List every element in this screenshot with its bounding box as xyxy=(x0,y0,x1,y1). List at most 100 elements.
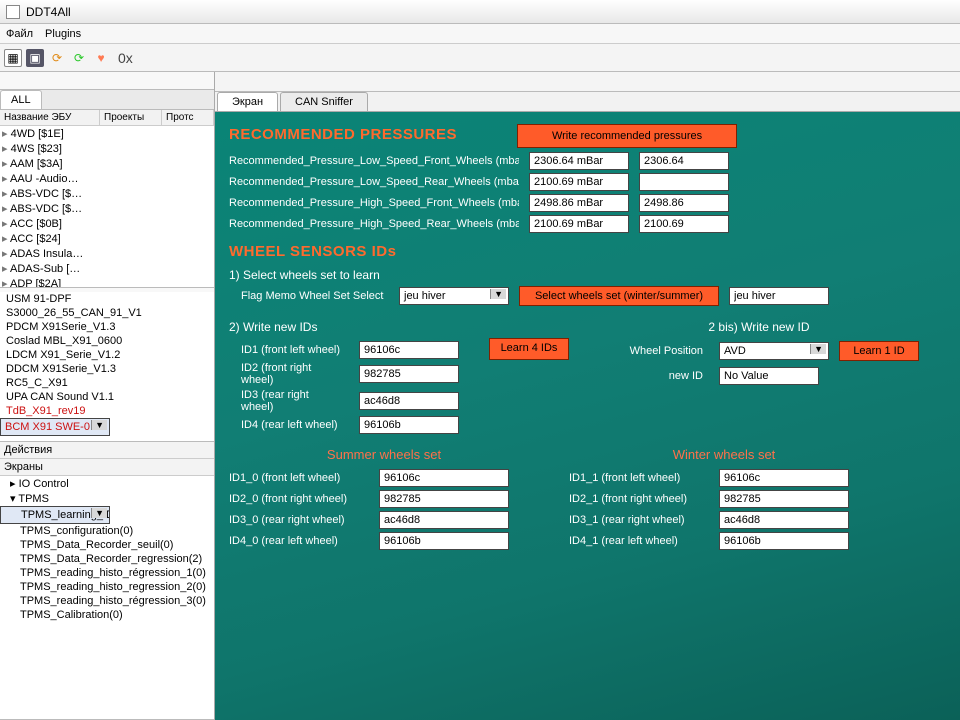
actions-section[interactable]: Действия xyxy=(0,442,214,459)
file-item[interactable]: PDCM X91Serie_V1.3 xyxy=(0,320,214,334)
tool-bar: ▦ ▣ ⟳ ⟳ ♥ 0x xyxy=(0,44,960,72)
screen-tree-item[interactable]: ▸ IO Control xyxy=(0,476,214,491)
left-panel: ALL Название ЭБУ Проекты Протс 4WD [$1E]… xyxy=(0,72,215,720)
step2-label: 2) Write new IDs xyxy=(229,320,459,334)
set-id-label: ID4_1 (rear left wheel) xyxy=(569,535,709,547)
ecu-tree-item[interactable]: ADP [$2A] xyxy=(0,276,214,288)
set-id-value[interactable] xyxy=(379,469,509,487)
pressure-write-value[interactable] xyxy=(639,152,729,170)
reload-green-icon[interactable]: ⟳ xyxy=(70,49,88,67)
pressure-write-value[interactable] xyxy=(639,215,729,233)
screens-section[interactable]: Экраны xyxy=(0,459,214,476)
learn-1-id-button[interactable]: Learn 1 ID xyxy=(839,341,919,361)
winter-set-heading: Winter wheels set xyxy=(569,447,879,462)
qrcode-icon[interactable]: ▦ xyxy=(4,49,22,67)
select-wheels-set-button[interactable]: Select wheels set (winter/summer) xyxy=(519,286,719,306)
ecu-tree-item[interactable]: ACC [$0B] xyxy=(0,216,214,231)
pressure-label: Recommended_Pressure_Low_Speed_Front_Whe… xyxy=(229,155,519,167)
pressure-label: Recommended_Pressure_Low_Speed_Rear_Whee… xyxy=(229,176,519,188)
id-input[interactable] xyxy=(359,341,459,359)
hex-label[interactable]: 0x xyxy=(118,50,133,66)
filter-tab-all[interactable]: ALL xyxy=(0,90,42,109)
pressure-write-value[interactable] xyxy=(639,173,729,191)
pressure-write-value[interactable] xyxy=(639,194,729,212)
screen-tree-item[interactable]: TPMS_reading_histo_régression_3(0) xyxy=(0,594,214,608)
tab-can-sniffer[interactable]: CAN Sniffer xyxy=(280,92,368,111)
set-id-value[interactable] xyxy=(719,532,849,550)
screen-tree-item[interactable]: TPMS_Data_Recorder_regression(2) xyxy=(0,552,214,566)
ecu-tree-item[interactable]: ABS-VDC [$… xyxy=(0,201,214,216)
menu-file[interactable]: Файл xyxy=(6,28,33,40)
heart-icon[interactable]: ♥ xyxy=(92,49,110,67)
file-item[interactable]: DDCM X91Serie_V1.3 xyxy=(0,362,214,376)
id-input[interactable] xyxy=(359,416,459,434)
flag-memo-label: Flag Memo Wheel Set Select xyxy=(229,290,389,302)
screen-tree-item[interactable]: TPMS_learning_ID_Pressures(0) xyxy=(0,506,110,524)
menu-plugins[interactable]: Plugins xyxy=(45,28,81,40)
pressure-read-value[interactable] xyxy=(529,194,629,212)
pressure-label: Recommended_Pressure_High_Speed_Rear_Whe… xyxy=(229,218,519,230)
id-label: ID3 (rear right wheel) xyxy=(229,389,349,413)
step1-label: 1) Select wheels set to learn xyxy=(229,268,946,282)
file-item[interactable]: UPA CAN Sound V1.1 xyxy=(0,390,214,404)
set-id-value[interactable] xyxy=(719,490,849,508)
pressure-read-value[interactable] xyxy=(529,173,629,191)
right-tabs: Экран CAN Sniffer xyxy=(215,92,960,112)
new-id-input[interactable] xyxy=(719,367,819,385)
file-item[interactable]: Coslad MBL_X91_0600 xyxy=(0,334,214,348)
ecu-tree-item[interactable]: ADAS Insula… xyxy=(0,246,214,261)
new-id-label: new ID xyxy=(599,370,709,382)
tab-screen[interactable]: Экран xyxy=(217,92,278,111)
app-icon xyxy=(6,5,20,19)
id-label: ID1 (front left wheel) xyxy=(229,344,349,356)
ecu-tree-item[interactable]: ACC [$24] xyxy=(0,231,214,246)
learn-4-ids-button[interactable]: Learn 4 IDs xyxy=(489,338,569,360)
ecu-tree-item[interactable]: ABS-VDC [$… xyxy=(0,186,214,201)
step2bis-label: 2 bis) Write new ID xyxy=(599,320,919,334)
pressure-read-value[interactable] xyxy=(529,152,629,170)
set-id-value[interactable] xyxy=(379,532,509,550)
id-input[interactable] xyxy=(359,392,459,410)
ecu-list-header: Название ЭБУ Проекты Протс xyxy=(0,110,214,126)
id-label: ID2 (front right wheel) xyxy=(229,362,349,386)
recommended-pressures-heading: RECOMMENDED PRESSURES xyxy=(229,126,457,143)
chip-icon[interactable]: ▣ xyxy=(26,49,44,67)
set-id-value[interactable] xyxy=(379,490,509,508)
ecu-tree-item[interactable]: AAM [$3A] xyxy=(0,156,214,171)
title-bar: DDT4All xyxy=(0,0,960,24)
screen-tree-item[interactable]: ▾ TPMS xyxy=(0,491,214,506)
set-id-label: ID2_0 (front right wheel) xyxy=(229,493,369,505)
file-item[interactable]: USM 91-DPF xyxy=(0,292,214,306)
file-item[interactable]: RC5_C_X91 xyxy=(0,376,214,390)
id-label: ID4 (rear left wheel) xyxy=(229,419,349,431)
file-item[interactable]: S3000_26_55_CAN_91_V1 xyxy=(0,306,214,320)
ecu-tree-item[interactable]: 4WS [$23] xyxy=(0,141,214,156)
flag-memo-select[interactable]: jeu hiver xyxy=(399,287,509,305)
file-item[interactable]: TdB_X91_rev19 xyxy=(0,404,214,418)
file-item[interactable]: BCM X91 SWE-0.4 xyxy=(0,418,110,436)
set-id-value[interactable] xyxy=(379,511,509,529)
refresh-icon[interactable]: ⟳ xyxy=(48,49,66,67)
set-id-value[interactable] xyxy=(719,469,849,487)
file-item[interactable]: LDCM X91_Serie_V1.2 xyxy=(0,348,214,362)
ecu-tree-item[interactable]: AAU -Audio… xyxy=(0,171,214,186)
file-list[interactable]: USM 91-DPFS3000_26_55_CAN_91_V1PDCM X91S… xyxy=(0,292,214,442)
screen-tree-item[interactable]: TPMS_Data_Recorder_seuil(0) xyxy=(0,538,214,552)
pressure-read-value[interactable] xyxy=(529,215,629,233)
write-recommended-pressures-button[interactable]: Write recommended pressures xyxy=(517,124,737,148)
screen-tree-item[interactable]: TPMS_reading_histo_régression_1(0) xyxy=(0,566,214,580)
wheel-position-select[interactable]: AVD xyxy=(719,342,829,360)
set-id-label: ID3_1 (rear right wheel) xyxy=(569,514,709,526)
screen-tree-item[interactable]: TPMS_reading_histo_regression_2(0) xyxy=(0,580,214,594)
screen-tree-item[interactable]: TPMS_Calibration(0) xyxy=(0,608,214,622)
ecu-tree-item[interactable]: 4WD [$1E] xyxy=(0,126,214,141)
ecu-tree-item[interactable]: ADAS-Sub [… xyxy=(0,261,214,276)
set-id-value[interactable] xyxy=(719,511,849,529)
id-input[interactable] xyxy=(359,365,459,383)
summer-set-heading: Summer wheels set xyxy=(229,447,539,462)
screen-tree-item[interactable]: TPMS_configuration(0) xyxy=(0,524,214,538)
ecu-tree[interactable]: 4WD [$1E]4WS [$23]AAM [$3A]AAU -Audio…AB… xyxy=(0,126,214,288)
selected-set-display[interactable] xyxy=(729,287,829,305)
screens-tree[interactable]: ▸ IO Control▾ TPMSTPMS_learning_ID_Press… xyxy=(0,476,214,720)
main-canvas: RECOMMENDED PRESSURES Write recommended … xyxy=(215,112,960,720)
